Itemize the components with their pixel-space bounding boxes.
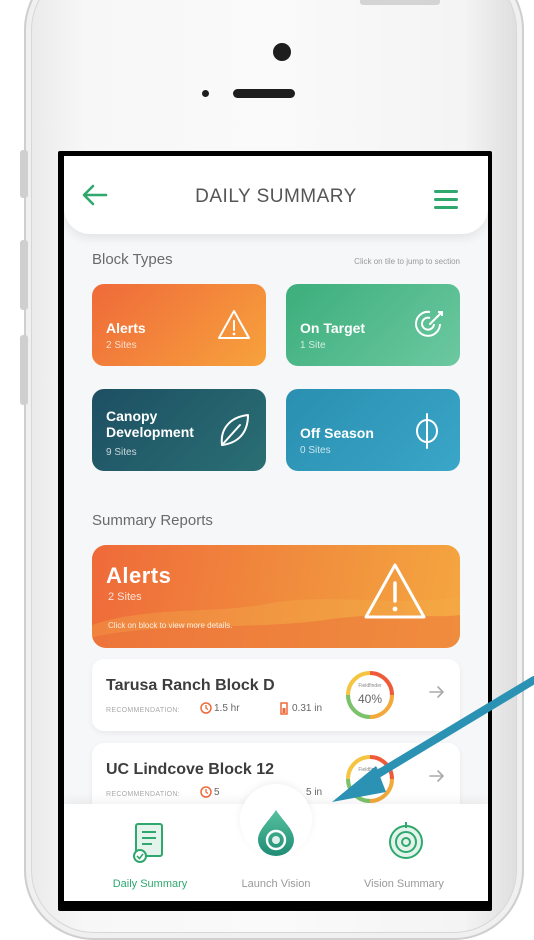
proximity-sensor [202,90,209,97]
summary-reports-heading: Summary Reports [92,512,213,529]
irrigation-time: 5 [214,787,220,798]
block-name: Tarusa Ranch Block D [106,677,275,694]
tab-vision-summary[interactable]: Vision Summary [344,814,464,894]
banner-hint: Click on block to view more details. [108,621,233,630]
arrow-right-icon[interactable] [428,683,446,701]
banner-title: Alerts [106,563,172,588]
tile-sub: 1 Site [300,340,326,351]
page-title: DAILY SUMMARY [195,186,357,207]
alerts-banner[interactable]: Alerts 2 Sites Click on block to view mo… [92,545,460,648]
water-amount: 0.31 in [292,703,323,714]
tab-label: Vision Summary [364,878,444,890]
tile-on-target[interactable]: On Target 1 Site [286,284,460,366]
leaf-icon [220,414,249,446]
mute-switch [20,150,28,198]
gauge-caption: Fieldfinder [358,767,382,773]
tile-label: Alerts [106,320,146,336]
volume-down-button [20,335,28,405]
water-amount: 5 in [306,787,323,798]
recommendation-label: RECOMMENDATION: [106,707,180,714]
front-camera [273,43,291,61]
tile-sub: 0 Sites [300,445,331,456]
block-types-heading: Block Types [92,251,173,268]
water-level-icon [280,702,288,715]
warning-triangle-icon [364,563,426,619]
tab-launch-vision[interactable]: Launch Vision [216,810,336,894]
banner-sub: 2 Sites [108,591,142,603]
tile-canopy-development[interactable]: Canopy Development 9 Sites [92,389,266,471]
gauge-value: 40% [357,692,383,706]
report-card[interactable]: Tarusa Ranch Block D RECOMMENDATION: 1.5… [92,659,460,731]
hamburger-menu-icon[interactable] [434,190,458,209]
block-name: UC Lindcove Block 12 [106,761,275,778]
tile-label: Canopy Development [106,408,194,440]
app-screen: DAILY SUMMARY Block Types Click on tile … [64,156,488,901]
target-icon [415,310,443,337]
tile-label: On Target [300,320,366,336]
tile-alerts[interactable]: Alerts 2 Sites [92,284,266,366]
block-types-hint: Click on tile to jump to section [354,257,460,266]
volume-up-button [20,240,28,310]
tab-daily-summary[interactable]: Daily Summary [90,814,210,894]
warning-triangle-icon [218,310,250,339]
tab-label: Launch Vision [241,878,311,890]
tile-off-season[interactable]: Off Season 0 Sites [286,389,460,471]
clock-icon [200,786,212,798]
report-document-icon [133,823,163,863]
app-header: DAILY SUMMARY [64,156,488,234]
irrigation-time: 1.5 hr [214,703,240,714]
fieldfinder-gauge [346,755,394,803]
arrow-right-icon[interactable] [428,767,446,785]
recommendation-label: RECOMMENDATION: [106,791,180,798]
tile-sub: 9 Sites [106,447,137,458]
tile-sub: 2 Sites [106,340,137,351]
power-button [360,0,440,5]
off-season-phi-icon [416,413,438,449]
tab-label: Daily Summary [112,878,188,890]
tile-label: Off Season [300,425,374,441]
gauge-caption: Fieldfinder [358,683,382,689]
earpiece-speaker [233,89,295,98]
vision-target-icon [389,822,423,859]
clock-icon [200,702,212,714]
water-drop-vision-icon [258,810,294,856]
